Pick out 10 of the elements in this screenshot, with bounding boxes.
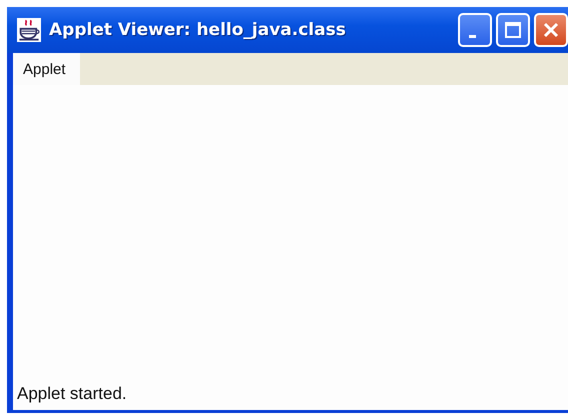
minimize-button[interactable] <box>458 13 492 47</box>
close-button[interactable] <box>534 13 568 47</box>
close-icon <box>541 20 561 40</box>
maximize-icon <box>503 20 523 40</box>
menu-item[interactable]: Applet <box>13 53 80 85</box>
window-title: Applet Viewer: hello_java.class <box>49 20 346 40</box>
status-text: Applet started. <box>17 384 128 404</box>
minimize-icon <box>468 34 476 38</box>
maximize-button[interactable] <box>496 13 530 47</box>
coffee-cup-icon <box>17 18 41 42</box>
